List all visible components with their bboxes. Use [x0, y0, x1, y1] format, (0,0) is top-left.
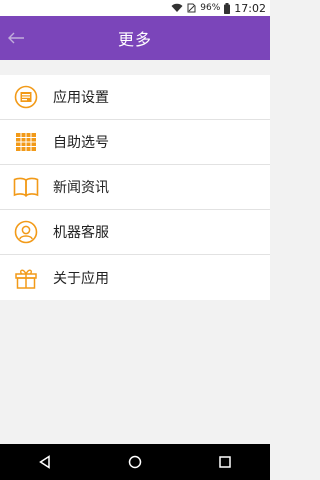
no-sim-icon — [187, 3, 196, 13]
nav-home-button[interactable] — [115, 444, 155, 480]
app-bar: 更多 — [0, 16, 270, 60]
open-book-icon — [13, 174, 39, 200]
back-triangle-icon — [39, 455, 50, 469]
back-arrow-icon[interactable] — [6, 28, 26, 48]
page-title: 更多 — [117, 30, 152, 49]
menu-list: 应用设置 自助选号 新闻资讯 机器客服 关于应用 — [0, 75, 270, 300]
menu-item-label: 自助选号 — [53, 135, 109, 151]
gift-box-icon — [13, 265, 39, 291]
menu-item-label: 新闻资讯 — [53, 180, 109, 196]
menu-item-bot-service[interactable]: 机器客服 — [0, 210, 270, 255]
settings-card-icon — [13, 84, 39, 110]
user-headset-icon — [13, 219, 39, 245]
nav-recents-button[interactable] — [205, 444, 245, 480]
grid-table-icon — [13, 129, 39, 155]
wifi-icon — [171, 3, 183, 13]
content-area: 应用设置 自助选号 新闻资讯 机器客服 关于应用 — [0, 60, 270, 444]
nav-back-button[interactable] — [25, 444, 65, 480]
battery-icon — [224, 2, 231, 14]
battery-percent: 96% — [200, 3, 221, 13]
menu-item-news[interactable]: 新闻资讯 — [0, 165, 270, 210]
menu-item-about[interactable]: 关于应用 — [0, 255, 270, 300]
status-time: 17:02 — [234, 1, 266, 15]
menu-item-app-settings[interactable]: 应用设置 — [0, 75, 270, 120]
home-circle-icon — [128, 455, 142, 469]
menu-item-label: 机器客服 — [53, 225, 109, 241]
recents-square-icon — [219, 456, 231, 468]
menu-item-label: 应用设置 — [53, 90, 109, 106]
system-nav-bar — [0, 444, 270, 480]
status-bar: 96% 17:02 — [0, 0, 270, 16]
menu-item-label: 关于应用 — [53, 270, 109, 287]
menu-item-self-select-number[interactable]: 自助选号 — [0, 120, 270, 165]
